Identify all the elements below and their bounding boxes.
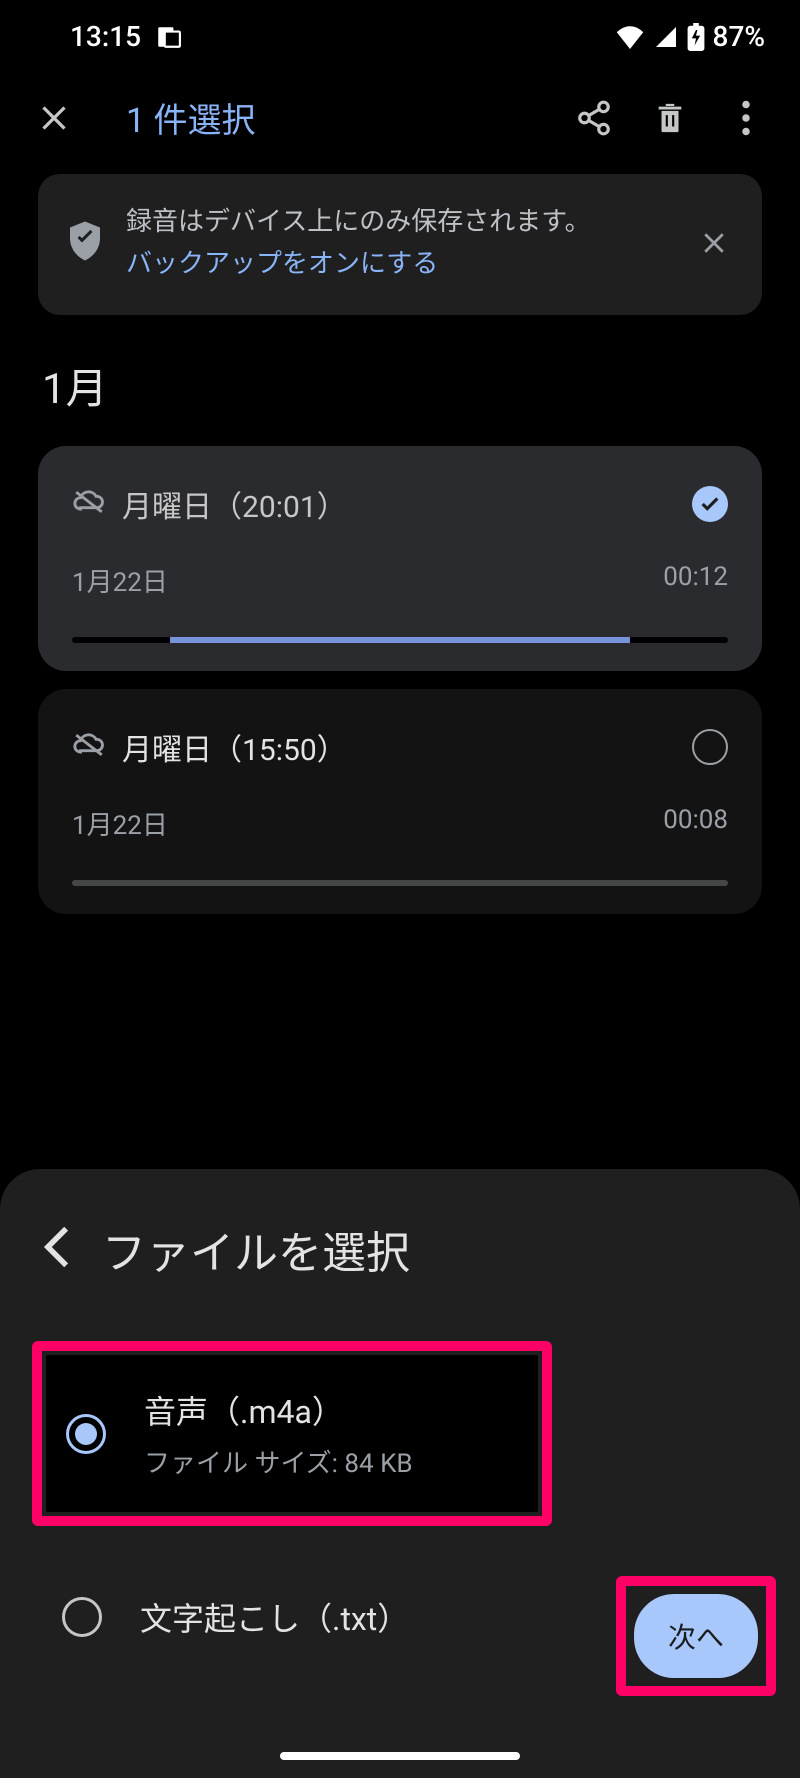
recording-duration: 00:08: [663, 805, 728, 842]
recording-duration: 00:12: [663, 562, 728, 599]
annotation-highlight: 次へ: [616, 1576, 776, 1696]
backup-banner: 録音はデバイス上にのみ保存されます。 バックアップをオンにする: [38, 174, 762, 315]
backup-link[interactable]: バックアップをオンにする: [126, 244, 668, 284]
radio-unselected[interactable]: [62, 1597, 102, 1637]
annotation-highlight: 音声（.m4a） ファイル サイズ: 84 KB: [32, 1341, 552, 1526]
next-button[interactable]: 次へ: [634, 1594, 758, 1678]
sheet-title: ファイルを選択: [102, 1217, 410, 1281]
recording-title: 月曜日（15:50）: [122, 725, 676, 769]
battery-icon: [687, 23, 705, 51]
month-header: 1月: [0, 345, 800, 446]
option-title: 音声（.m4a）: [144, 1387, 518, 1433]
radio-selected[interactable]: [66, 1414, 106, 1454]
gesture-bar[interactable]: [280, 1752, 520, 1760]
delete-icon[interactable]: [646, 94, 694, 142]
recording-date: 1月22日: [72, 562, 168, 599]
screen-record-icon: [155, 24, 181, 50]
selection-count: 1 件選択: [126, 93, 542, 142]
checkmark-icon[interactable]: [692, 486, 728, 522]
shield-icon: [66, 220, 104, 266]
close-icon[interactable]: [30, 94, 78, 142]
progress-bar[interactable]: [72, 880, 728, 886]
app-bar: 1 件選択: [0, 73, 800, 162]
option-audio[interactable]: 音声（.m4a） ファイル サイズ: 84 KB: [46, 1355, 538, 1512]
battery-percent: 87%: [713, 20, 765, 53]
back-icon[interactable]: [42, 1225, 72, 1273]
recording-item[interactable]: 月曜日（15:50） 1月22日 00:08: [38, 689, 762, 914]
signal-icon: [653, 25, 679, 49]
more-icon[interactable]: [722, 94, 770, 142]
recording-title: 月曜日（20:01）: [122, 482, 676, 526]
file-select-sheet: ファイルを選択 音声（.m4a） ファイル サイズ: 84 KB 文字起こし（.…: [0, 1169, 800, 1778]
status-time: 13:15: [70, 20, 141, 53]
selection-circle[interactable]: [692, 729, 728, 765]
recording-date: 1月22日: [72, 805, 168, 842]
cloud-off-icon: [72, 488, 106, 520]
cloud-off-icon: [72, 731, 106, 763]
progress-bar[interactable]: [72, 637, 728, 643]
banner-close-icon[interactable]: [690, 219, 738, 267]
share-icon[interactable]: [570, 94, 618, 142]
status-bar: 13:15 87%: [0, 0, 800, 73]
wifi-icon: [615, 25, 645, 49]
banner-message: 録音はデバイス上にのみ保存されます。: [126, 207, 591, 237]
recording-item[interactable]: 月曜日（20:01） 1月22日 00:12: [38, 446, 762, 671]
option-subtitle: ファイル サイズ: 84 KB: [144, 1443, 518, 1480]
